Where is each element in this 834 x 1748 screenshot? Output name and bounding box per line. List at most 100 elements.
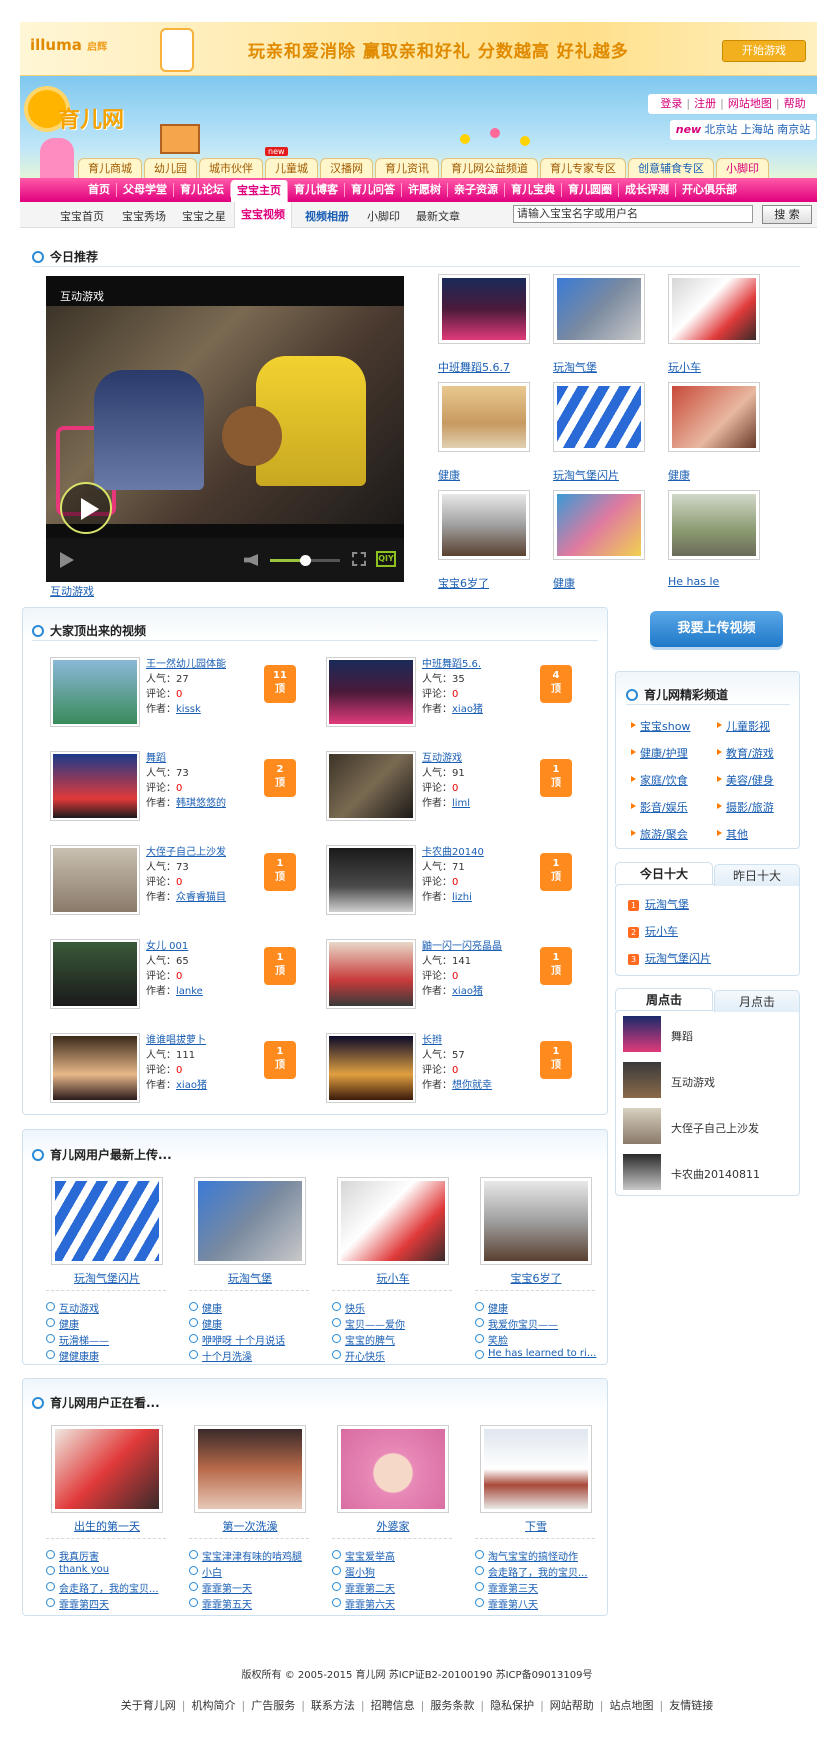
video-player[interactable]: 互动游戏 QIY (46, 276, 404, 582)
related-video-link[interactable]: 宝贝——爱你 (332, 1316, 405, 1331)
upload-thumb[interactable] (198, 1181, 302, 1261)
related-video-link[interactable]: 霏霏第一天 (189, 1580, 252, 1595)
tab-kids-city[interactable]: 儿童城 (265, 158, 318, 178)
related-video-link[interactable]: 淘气宝宝的搞怪动作 (475, 1548, 578, 1563)
watching-thumb[interactable] (484, 1429, 588, 1509)
upload-thumb[interactable] (484, 1181, 588, 1261)
channel-link[interactable]: 家庭/饮食 (631, 772, 688, 788)
related-video-link[interactable]: 健康 (46, 1316, 79, 1331)
author-link[interactable]: liml (452, 798, 470, 809)
weekly-item[interactable]: 舞蹈 (623, 1016, 803, 1056)
nav-home[interactable]: 首页 (82, 183, 117, 197)
nav-club[interactable]: 开心俱乐部 (676, 183, 743, 197)
author-link[interactable]: lizhi (452, 892, 472, 903)
thumb-caption[interactable]: 健康 (668, 467, 690, 483)
upload-caption[interactable]: 玩淘气堡闪片 (51, 1270, 163, 1286)
video-item[interactable]: 王一然幼儿园体能 人气：27 评论：0 作者：kissk 11 顶 (50, 657, 310, 739)
thumb-caption[interactable]: 健康 (438, 467, 460, 483)
author-link[interactable]: 想你就幸 (452, 1080, 492, 1091)
sitemap-link[interactable]: 网站地图 (728, 97, 772, 110)
volume-slider[interactable] (270, 555, 340, 566)
related-video-link[interactable]: 会走路了，我的宝贝... (475, 1564, 588, 1579)
vote-button[interactable]: 1顶 (264, 1041, 296, 1079)
video-thumb[interactable] (50, 751, 140, 821)
channel-link[interactable]: 摄影/旅游 (717, 799, 774, 815)
volume-icon[interactable] (244, 554, 258, 566)
thumb-image[interactable] (557, 494, 641, 556)
register-link[interactable]: 注册 (694, 97, 716, 110)
subnav-latest-articles[interactable]: 最新文章 (416, 208, 460, 224)
author-link[interactable]: xiao猪 (452, 986, 483, 997)
video-thumb[interactable] (326, 657, 416, 727)
subnav-video-album[interactable]: 视频相册 (305, 208, 349, 224)
nav-guide[interactable]: 育儿宝典 (505, 183, 562, 197)
video-item[interactable]: 长辫 人气：57 评论：0 作者：想你就幸 1 顶 (326, 1033, 586, 1115)
upload-thumb[interactable] (55, 1181, 159, 1261)
thumb-caption[interactable]: 中班舞蹈5.6.7 (438, 359, 510, 375)
start-game-button[interactable]: 开始游戏 (722, 40, 806, 62)
video-title[interactable]: 互动游戏 (422, 751, 552, 766)
video-thumb[interactable] (50, 845, 140, 915)
author-link[interactable]: xiao猪 (452, 704, 483, 715)
big-play-icon[interactable] (60, 482, 112, 534)
top10-item[interactable]: 3 玩淘气堡闪片 (628, 950, 711, 966)
fullscreen-icon[interactable] (352, 552, 366, 566)
related-video-link[interactable]: 我真厉害 (46, 1548, 99, 1563)
related-video-link[interactable]: 健康 (189, 1300, 222, 1315)
channel-link[interactable]: 美容/健身 (717, 772, 774, 788)
video-title[interactable]: 女儿 001 (146, 939, 276, 954)
top-ad-banner[interactable]: illuma 启辉 玩亲和爱消除 赢取亲和好礼 分数越高 好礼越多 开始游戏 (20, 22, 817, 76)
footer-link[interactable]: 站点地图 (610, 1699, 654, 1712)
upload-thumb[interactable] (341, 1181, 445, 1261)
top10-item[interactable]: 2 玩小车 (628, 923, 678, 939)
thumb-image[interactable] (557, 386, 641, 448)
related-video-link[interactable]: 蛋小狗 (332, 1564, 375, 1579)
tab-monthly-clicks[interactable]: 月点击 (714, 990, 800, 1012)
thumb-image[interactable] (557, 278, 641, 340)
nav-evaluation[interactable]: 成长评测 (619, 183, 676, 197)
watching-thumb[interactable] (55, 1429, 159, 1509)
author-link[interactable]: 韩琪悠悠的 (176, 798, 226, 809)
author-link[interactable]: xiao猪 (176, 1080, 207, 1091)
video-title[interactable]: 谁谁唱拔萝卜 (146, 1033, 276, 1048)
tab-mall[interactable]: 育儿商城 (78, 158, 142, 178)
footer-link[interactable]: 机构简介 (191, 1699, 235, 1712)
channel-link[interactable]: 其他 (717, 826, 748, 842)
related-video-link[interactable]: 霏霏第三天 (475, 1580, 538, 1595)
video-title[interactable]: 中班舞蹈5.6. (422, 657, 552, 672)
related-video-link[interactable]: 宝宝的脾气 (332, 1332, 395, 1347)
related-video-link[interactable]: 我爱你宝贝—— (475, 1316, 558, 1331)
tab-city-partner[interactable]: 城市伙伴 (199, 158, 263, 178)
subnav-baby-star[interactable]: 宝宝之星 (182, 208, 226, 224)
thumb-caption[interactable]: 玩淘气堡 (553, 359, 597, 375)
nav-circles[interactable]: 育儿圆圈 (562, 183, 619, 197)
video-thumb[interactable] (326, 751, 416, 821)
channel-link[interactable]: 宝宝show (631, 718, 690, 734)
video-item[interactable]: 中班舞蹈5.6. 人气：35 评论：0 作者：xiao猪 4 顶 (326, 657, 586, 739)
vote-button[interactable]: 4顶 (540, 665, 572, 703)
vote-button[interactable]: 2顶 (264, 759, 296, 797)
related-video-link[interactable]: 小白 (189, 1564, 222, 1579)
video-item[interactable]: 大侄子自己上沙发 人气：73 评论：0 作者：众睿睿猫目 1 顶 (50, 845, 310, 927)
login-link[interactable]: 登录 (660, 97, 682, 110)
nav-baby-home[interactable]: 宝宝主页 (231, 180, 288, 202)
footer-link[interactable]: 关于育儿网 (121, 1699, 176, 1712)
video-title[interactable]: 舞蹈 (146, 751, 276, 766)
related-video-link[interactable]: 宝宝津津有味的啃鸡腿 (189, 1548, 302, 1563)
related-video-link[interactable]: thank you (46, 1564, 109, 1575)
footer-link[interactable]: 招聘信息 (371, 1699, 415, 1712)
related-video-link[interactable]: 霏霏第二天 (332, 1580, 395, 1595)
footer-link[interactable]: 联系方法 (311, 1699, 355, 1712)
channel-link[interactable]: 健康/护理 (631, 745, 688, 761)
thumb-image[interactable] (672, 278, 756, 340)
subnav-footprint[interactable]: 小脚印 (367, 208, 400, 224)
related-video-link[interactable]: 霏霏第五天 (189, 1596, 252, 1611)
thumb-image[interactable] (442, 278, 526, 340)
footer-link[interactable]: 广告服务 (251, 1699, 295, 1712)
tab-food[interactable]: 创意辅食专区 (628, 158, 714, 178)
city-link-shanghai[interactable]: 上海站 (741, 123, 774, 136)
vote-button[interactable]: 1顶 (540, 759, 572, 797)
related-video-link[interactable]: 霏霏第六天 (332, 1596, 395, 1611)
video-title[interactable]: 卡农曲20140 (422, 845, 552, 860)
related-video-link[interactable]: 健康 (475, 1300, 508, 1315)
